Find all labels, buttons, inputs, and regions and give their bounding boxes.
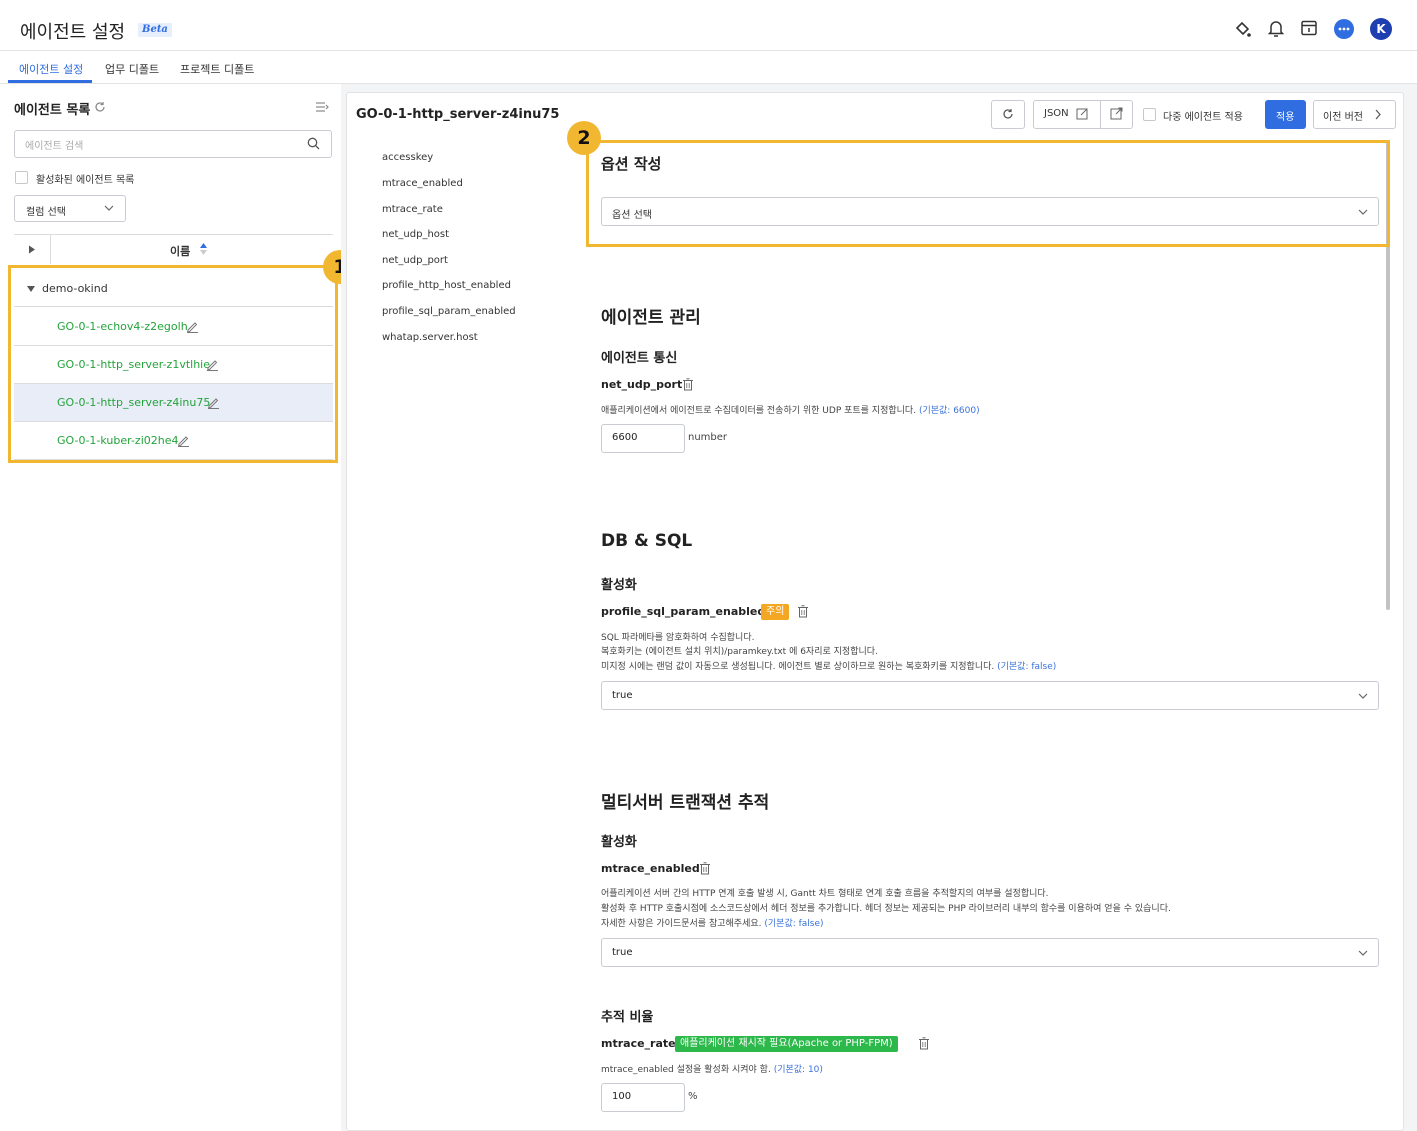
- warning-badge: 주의: [761, 604, 790, 620]
- desc-text: 미지정 시에는 랜덤 값이 자동으로 생성됩니다. 에이전트 별로 상이하므로 …: [601, 662, 995, 672]
- agent-title: GO-0-1-http_server-z4inu75: [356, 107, 560, 122]
- sidebar-title: 에이전트 목록: [14, 103, 91, 118]
- section-subtitle: 활성화: [601, 835, 637, 850]
- search-icon[interactable]: [307, 137, 320, 150]
- column-select-label: 컬럼 선택: [26, 207, 66, 218]
- mtrace-enabled-value: true: [612, 947, 633, 958]
- option-nav-item[interactable]: profile_http_host_enabled: [382, 280, 511, 291]
- list-collapse-icon[interactable]: [315, 101, 329, 113]
- tab-agent-settings[interactable]: 에이전트 설정: [19, 61, 83, 77]
- header-divider: [50, 234, 51, 264]
- agent-search-input[interactable]: 에이전트 검색: [25, 137, 83, 152]
- option-description: 활성화 후 HTTP 호출시점에 소스코드상에서 헤더 정보를 추가합니다. 헤…: [601, 904, 1171, 914]
- desc-text: mtrace_enabled 설정을 활성화 시켜야 함.: [601, 1065, 771, 1075]
- unit-label: number: [688, 432, 728, 443]
- section-subtitle: 추적 비율: [601, 1010, 654, 1025]
- chat-icon[interactable]: [1333, 18, 1355, 40]
- option-description: 미지정 시에는 랜덤 값이 자동으로 생성됩니다. 에이전트 별로 상이하므로 …: [601, 659, 1056, 672]
- active-only-label: 활성화된 에이전트 목록: [36, 175, 135, 186]
- desc-text: 자세한 사항은 가이드문서를 참고해주세요.: [601, 919, 762, 929]
- option-description: 어플리케이션 서버 간의 HTTP 연계 호출 발생 시, Gantt 차트 형…: [601, 889, 1049, 899]
- json-button[interactable]: JSON: [1044, 108, 1069, 119]
- section-subtitle: 에이전트 통신: [601, 351, 678, 366]
- net-udp-port-value[interactable]: 6600: [612, 432, 637, 443]
- user-avatar[interactable]: K: [1370, 18, 1392, 40]
- option-write-title: 옵션 작성: [601, 155, 662, 173]
- option-nav-item[interactable]: accesskey: [382, 152, 433, 163]
- chevron-down-icon: [1358, 692, 1368, 700]
- section-title: 에이전트 관리: [601, 308, 701, 328]
- highlight-box-2: [586, 140, 1390, 247]
- trash-icon[interactable]: [699, 862, 711, 875]
- page-title: 에이전트 설정: [20, 22, 126, 43]
- option-name: mtrace_rate: [601, 1037, 676, 1050]
- option-description: SQL 파라메타를 암호화하여 수집합니다.: [601, 633, 755, 643]
- unit-label: %: [688, 1091, 698, 1102]
- option-description: mtrace_enabled 설정을 활성화 시켜야 함. (기본값: 10): [601, 1062, 823, 1075]
- beta-badge: Beta: [138, 23, 172, 37]
- apply-button-label: 적용: [1276, 112, 1295, 123]
- active-only-checkbox[interactable]: [15, 171, 28, 184]
- default-value: (기본값: false): [997, 662, 1057, 672]
- restart-required-badge: 애플리케이션 재시작 필요(Apache or PHP-FPM): [675, 1036, 898, 1052]
- paint-bucket-icon[interactable]: [1234, 20, 1252, 38]
- section-title: 멀티서버 트랜잭션 추적: [601, 793, 770, 813]
- chevron-right-icon: [1374, 109, 1382, 120]
- main-card: [346, 92, 1404, 1131]
- option-name: profile_sql_param_enabled: [601, 605, 766, 618]
- calendar-icon[interactable]: [1300, 19, 1318, 37]
- option-description: 복호화키는 (에이전트 설치 위치)/paramkey.txt 에 6자리로 지…: [601, 647, 878, 657]
- button-divider: [1100, 101, 1101, 128]
- external-link-icon[interactable]: [1110, 107, 1123, 120]
- highlight-box-1: [8, 265, 338, 463]
- tab-business-default[interactable]: 업무 디폴트: [105, 61, 159, 77]
- default-value: (기본값: false): [764, 919, 824, 929]
- mtrace-enabled-select[interactable]: [601, 938, 1379, 967]
- option-nav-item[interactable]: net_udp_port: [382, 255, 448, 266]
- default-value: (기본값: 6600): [918, 406, 980, 416]
- option-description: 자세한 사항은 가이드문서를 참고해주세요. (기본값: false): [601, 916, 824, 929]
- annotation-badge-2: 2: [567, 121, 601, 155]
- option-name: mtrace_enabled: [601, 862, 700, 875]
- option-nav-item[interactable]: net_udp_host: [382, 229, 449, 240]
- chevron-down-icon: [1358, 949, 1368, 957]
- refresh-icon: [1002, 108, 1014, 120]
- name-column-header[interactable]: 이름: [170, 243, 190, 259]
- prev-version-label: 이전 버전: [1323, 112, 1363, 123]
- option-name: net_udp_port: [601, 378, 683, 391]
- trash-icon[interactable]: [797, 605, 809, 618]
- option-select-placeholder: 옵션 선택: [612, 210, 652, 221]
- option-select[interactable]: [601, 197, 1379, 226]
- trash-icon[interactable]: [682, 378, 694, 391]
- section-title: DB & SQL: [601, 531, 693, 551]
- tab-project-default[interactable]: 프로젝트 디폴트: [180, 61, 254, 77]
- sql-param-select[interactable]: [601, 681, 1379, 710]
- bell-icon[interactable]: [1267, 18, 1285, 38]
- option-nav-item[interactable]: profile_sql_param_enabled: [382, 306, 516, 317]
- desc-text: 애플리케이션에서 에이전트로 수집데이터를 전송하기 위한 UDP 포트를 지정…: [601, 406, 917, 416]
- sort-icon[interactable]: [199, 242, 208, 256]
- refresh-icon[interactable]: [94, 101, 106, 113]
- trash-icon[interactable]: [918, 1037, 930, 1050]
- active-tab-indicator: [8, 80, 92, 83]
- section-subtitle: 활성화: [601, 578, 637, 593]
- chevron-down-icon: [1358, 208, 1368, 216]
- expand-all-icon[interactable]: [28, 245, 36, 254]
- multi-agent-checkbox[interactable]: [1143, 108, 1156, 121]
- option-nav-item[interactable]: mtrace_rate: [382, 204, 443, 215]
- option-nav-item[interactable]: mtrace_enabled: [382, 178, 463, 189]
- chevron-down-icon: [104, 204, 114, 212]
- option-nav-item[interactable]: whatap.server.host: [382, 332, 478, 343]
- option-description: 애플리케이션에서 에이전트로 수집데이터를 전송하기 위한 UDP 포트를 지정…: [601, 403, 980, 416]
- sql-param-value: true: [612, 690, 633, 701]
- mtrace-rate-value[interactable]: 100: [612, 1091, 631, 1102]
- edit-square-icon[interactable]: [1076, 107, 1089, 120]
- multi-agent-label: 다중 에이전트 적용: [1163, 112, 1243, 123]
- default-value: (기본값: 10): [773, 1065, 823, 1075]
- app-header: [0, 0, 1417, 51]
